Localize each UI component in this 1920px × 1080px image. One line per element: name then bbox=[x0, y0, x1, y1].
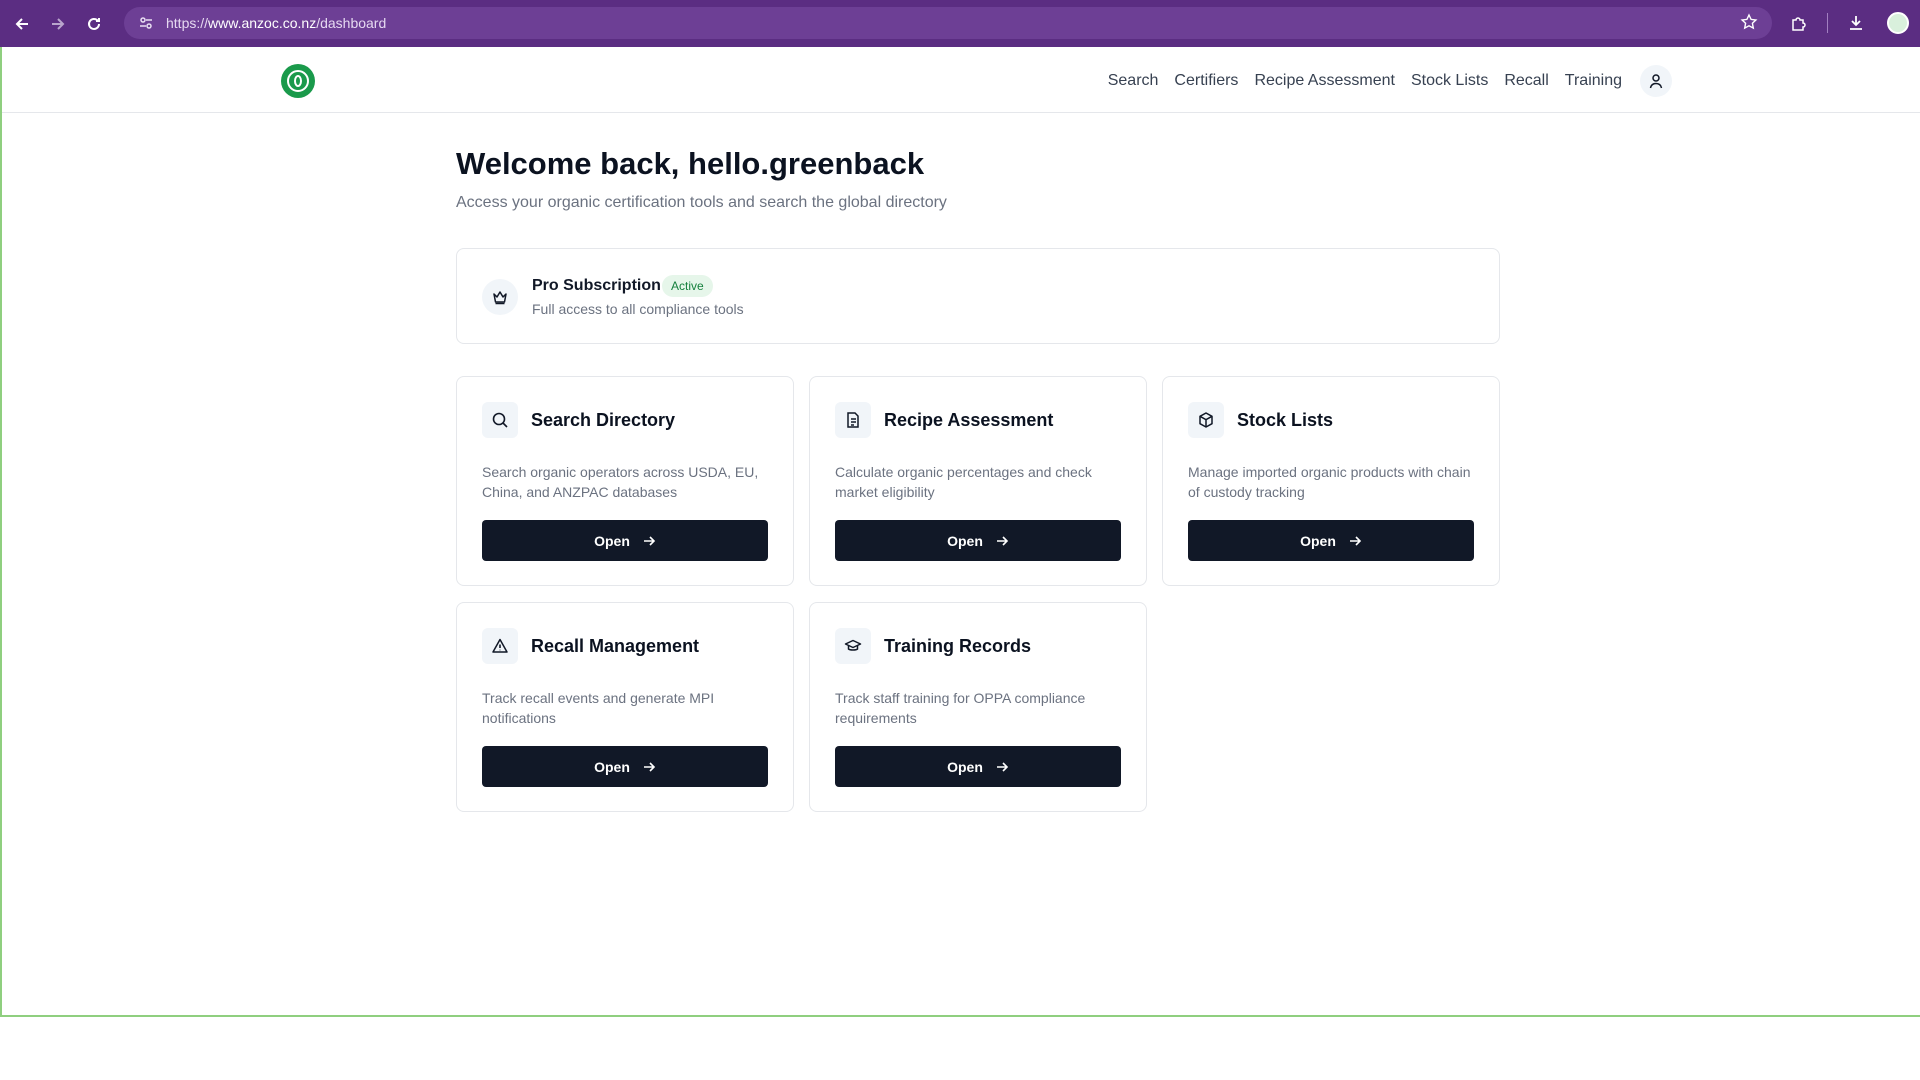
graduation-cap-icon bbox=[835, 628, 871, 664]
tool-card-stock-lists: Stock Lists Manage imported organic prod… bbox=[1162, 376, 1500, 586]
open-stock-lists-button[interactable]: Open bbox=[1188, 520, 1474, 561]
tool-title: Stock Lists bbox=[1237, 410, 1334, 430]
subscription-card: Pro Subscription Active Full access to a… bbox=[456, 248, 1500, 344]
open-training-records-button[interactable]: Open bbox=[835, 746, 1121, 787]
arrow-right-icon bbox=[996, 761, 1009, 772]
nav-recall[interactable]: Recall bbox=[1504, 72, 1548, 90]
tool-title: Search Directory bbox=[531, 410, 676, 430]
alert-triangle-icon bbox=[482, 628, 518, 664]
page-subtitle: Access your organic certification tools … bbox=[456, 194, 947, 211]
open-search-directory-button[interactable]: Open bbox=[482, 520, 768, 561]
arrow-right-icon bbox=[996, 535, 1009, 546]
subscription-title: Pro Subscription bbox=[532, 277, 661, 294]
nav-recipe-assessment[interactable]: Recipe Assessment bbox=[1254, 72, 1395, 90]
tool-description: Search organic operators across USDA, EU… bbox=[482, 464, 759, 500]
user-icon bbox=[1649, 74, 1663, 89]
arrow-right-icon bbox=[643, 761, 656, 772]
tool-title: Recipe Assessment bbox=[884, 410, 1054, 430]
open-button-label: Open bbox=[594, 532, 630, 549]
search-icon bbox=[482, 402, 518, 438]
top-nav: Search Certifiers Recipe Assessment Stoc… bbox=[1108, 65, 1672, 97]
open-button-label: Open bbox=[947, 532, 983, 549]
box-icon bbox=[1188, 402, 1224, 438]
bookmark-star-icon[interactable] bbox=[1740, 13, 1758, 36]
page-viewport: Search Certifiers Recipe Assessment Stoc… bbox=[0, 47, 1920, 1017]
user-menu-button[interactable] bbox=[1640, 65, 1672, 97]
tool-description: Track staff training for OPPA compliance… bbox=[835, 690, 1086, 726]
app-header: Search Certifiers Recipe Assessment Stoc… bbox=[2, 47, 1920, 113]
nav-search[interactable]: Search bbox=[1108, 72, 1159, 90]
arrow-right-icon bbox=[1349, 535, 1362, 546]
browser-toolbar: https://www.anzoc.co.nz/dashboard bbox=[0, 0, 1920, 47]
document-icon bbox=[835, 402, 871, 438]
tool-card-recipe-assessment: Recipe Assessment Calculate organic perc… bbox=[809, 376, 1147, 586]
profile-avatar[interactable] bbox=[1884, 6, 1912, 40]
open-button-label: Open bbox=[947, 758, 983, 775]
logo[interactable] bbox=[281, 64, 315, 98]
toolbar-divider bbox=[1827, 13, 1828, 33]
tool-title: Training Records bbox=[884, 636, 1032, 656]
nav-certifiers[interactable]: Certifiers bbox=[1174, 72, 1238, 90]
arrow-right-icon bbox=[643, 535, 656, 546]
extensions-icon[interactable] bbox=[1785, 6, 1813, 40]
address-bar[interactable]: https://www.anzoc.co.nz/dashboard bbox=[124, 7, 1772, 39]
nav-training[interactable]: Training bbox=[1565, 72, 1622, 90]
tool-card-search-directory: Search Directory Search organic operator… bbox=[456, 376, 794, 586]
download-icon[interactable] bbox=[1842, 6, 1870, 40]
tool-description: Calculate organic percentages and check … bbox=[835, 464, 1092, 500]
reload-icon[interactable] bbox=[76, 6, 112, 42]
tool-card-recall-management: Recall Management Track recall events an… bbox=[456, 602, 794, 812]
open-button-label: Open bbox=[594, 758, 630, 775]
crown-icon bbox=[482, 279, 518, 315]
url-text: https://www.anzoc.co.nz/dashboard bbox=[166, 15, 387, 31]
open-button-label: Open bbox=[1300, 532, 1336, 549]
page-title: Welcome back, hello.greenback bbox=[456, 146, 925, 181]
back-icon[interactable] bbox=[4, 6, 40, 42]
open-recall-management-button[interactable]: Open bbox=[482, 746, 768, 787]
nav-stock-lists[interactable]: Stock Lists bbox=[1411, 72, 1488, 90]
site-settings-icon[interactable] bbox=[136, 13, 156, 33]
tool-description: Manage imported organic products with ch… bbox=[1188, 464, 1471, 500]
open-recipe-assessment-button[interactable]: Open bbox=[835, 520, 1121, 561]
tool-card-training-records: Training Records Track staff training fo… bbox=[809, 602, 1147, 812]
tool-description: Track recall events and generate MPI not… bbox=[482, 690, 715, 726]
tool-title: Recall Management bbox=[531, 636, 700, 656]
status-badge: Active bbox=[662, 275, 713, 297]
subscription-description: Full access to all compliance tools bbox=[532, 301, 744, 317]
forward-icon[interactable] bbox=[40, 6, 76, 42]
